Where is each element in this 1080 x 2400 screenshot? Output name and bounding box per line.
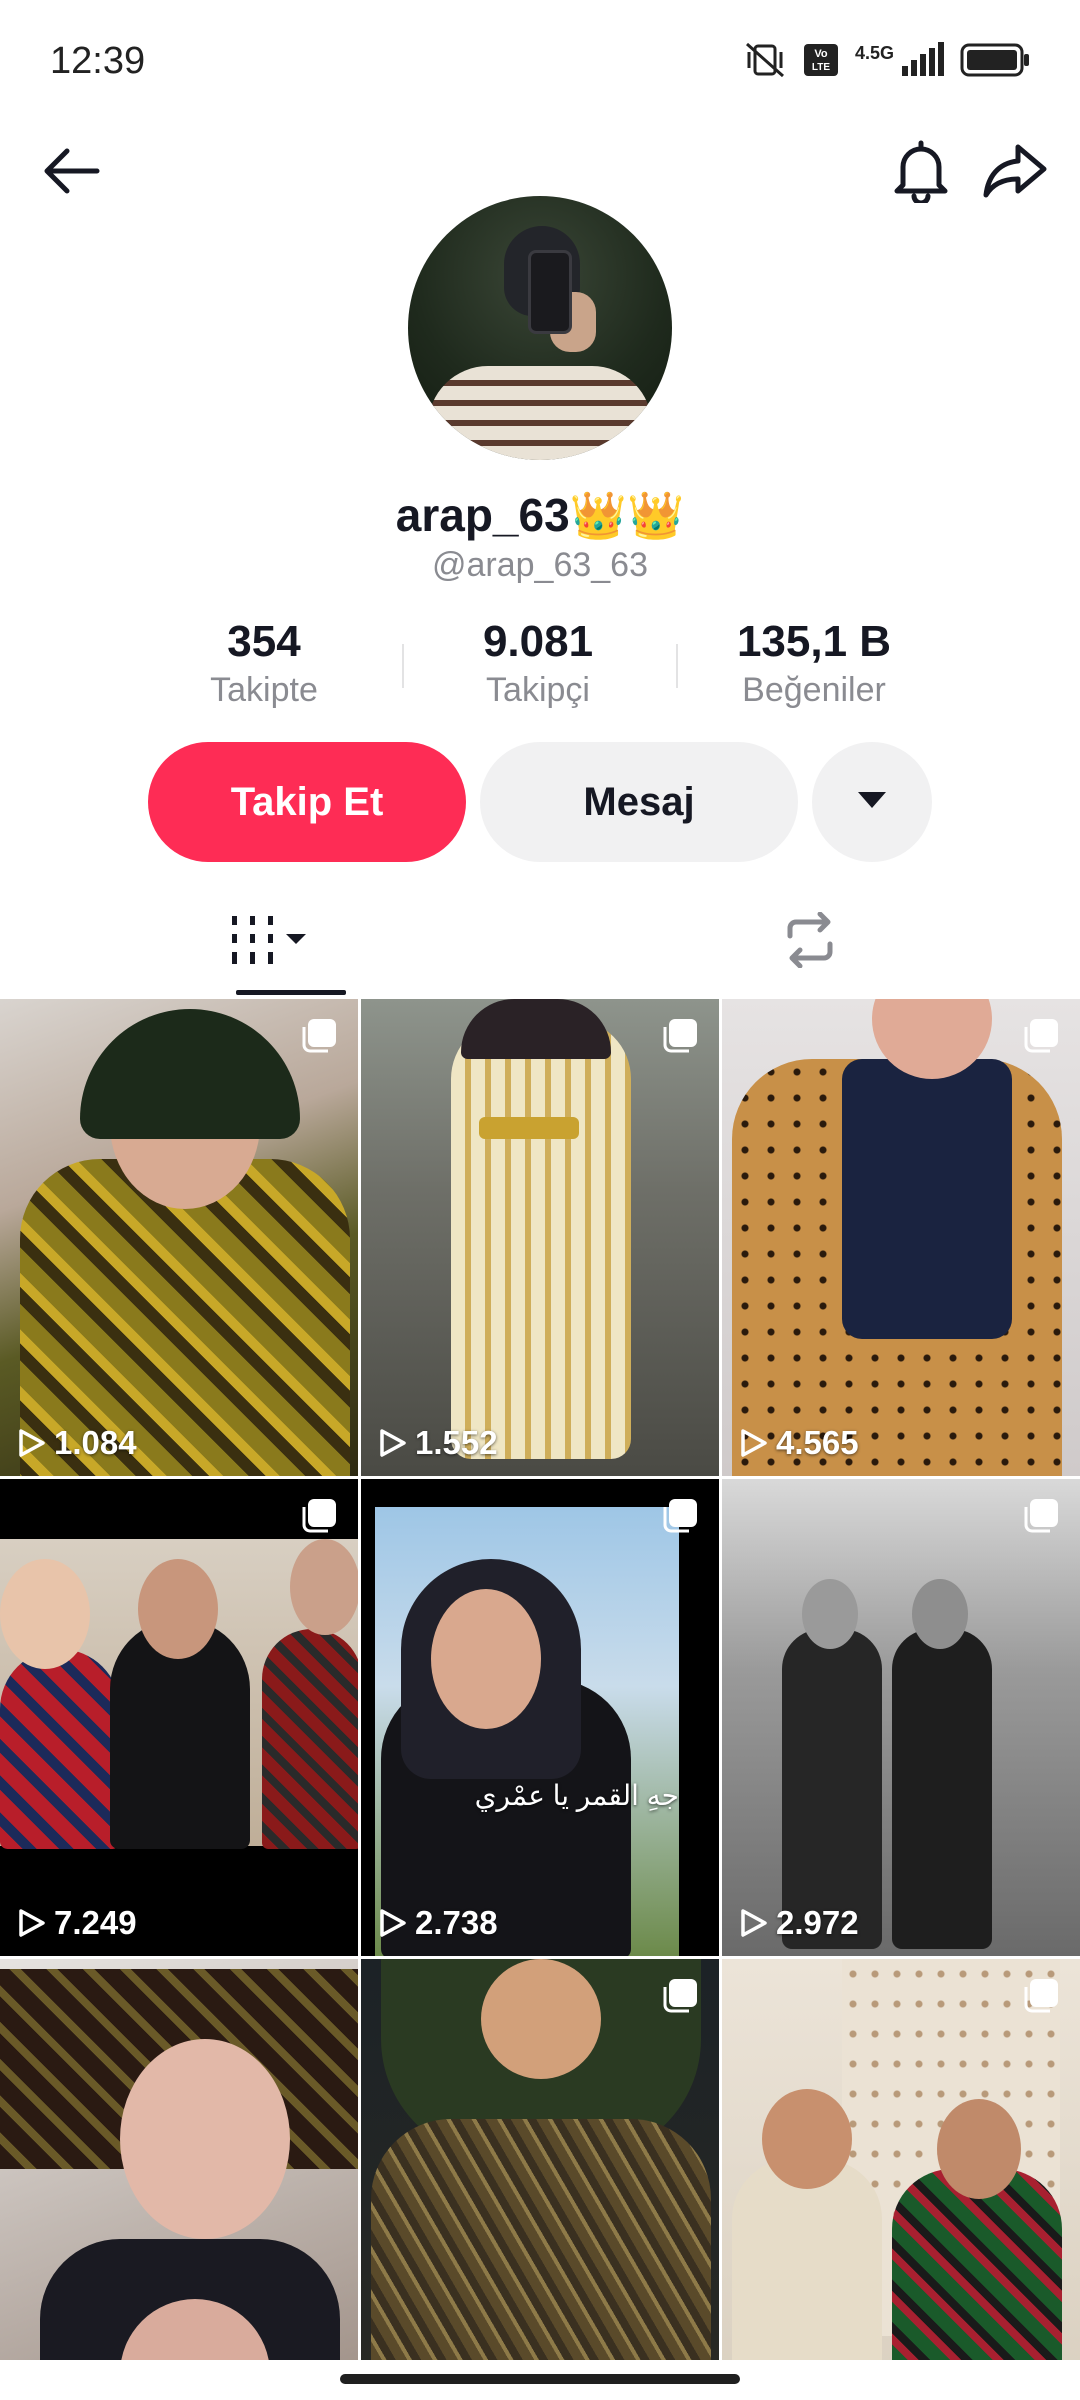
profile-username: arap_63👑👑	[395, 489, 685, 541]
stat-divider	[402, 644, 404, 688]
video-views: 4.565	[740, 1424, 859, 1462]
stat-following-value: 354	[227, 617, 301, 666]
play-icon	[19, 1909, 45, 1937]
play-icon	[741, 1909, 767, 1937]
photo-carousel-icon	[1024, 1979, 1058, 2013]
play-icon	[380, 1429, 406, 1457]
svg-text:LTE: LTE	[812, 62, 830, 73]
share-arrow-icon	[982, 141, 1048, 206]
message-button[interactable]: Mesaj	[480, 742, 798, 862]
video-tile[interactable]	[722, 1959, 1080, 2360]
stat-followers-label: Takipçi	[486, 671, 590, 709]
stat-likes-value: 135,1 B	[736, 617, 892, 666]
battery-icon	[960, 43, 1030, 77]
volte-icon: Vo LTE	[803, 43, 839, 77]
caret-down-icon	[856, 790, 888, 815]
video-grid: 1.084 1.552 4.565 7.249 جهِ القمر يا عمْ…	[0, 999, 1080, 2360]
notifications-button[interactable]	[886, 138, 956, 208]
grid-bars-icon	[228, 912, 312, 973]
more-button[interactable]	[812, 742, 932, 862]
video-tile[interactable]: 1.084	[0, 999, 358, 1476]
video-caption: جهِ القمر يا عمْري	[474, 1780, 679, 1811]
status-bar: 12:39 Vo LTE 4.5G	[0, 0, 1080, 120]
video-tile[interactable]: جهِ القمر يا عمْري 2.738	[361, 1479, 719, 1956]
photo-carousel-icon	[663, 1019, 697, 1053]
share-button[interactable]	[980, 138, 1050, 208]
video-views-count: 4.565	[776, 1424, 859, 1461]
avatar[interactable]	[408, 196, 672, 460]
photo-carousel-icon	[663, 1499, 697, 1533]
video-views-count: 1.552	[415, 1424, 498, 1461]
play-icon	[380, 1909, 406, 1937]
arrow-left-icon	[41, 146, 101, 201]
play-icon	[19, 1429, 45, 1457]
video-tile[interactable]: 4.565	[722, 999, 1080, 1476]
stat-divider	[676, 644, 678, 688]
video-views-count: 2.972	[776, 1904, 859, 1941]
follow-button[interactable]: Takip Et	[148, 742, 466, 862]
bell-icon	[891, 139, 951, 208]
profile-stats: 354 Takipte 9.081 Takipçi 135,1 B Beğeni…	[0, 616, 1080, 716]
video-views: 1.084	[18, 1424, 137, 1462]
stat-likes[interactable]: 135,1 B Beğeniler	[704, 616, 924, 712]
video-views: 1.552	[379, 1424, 498, 1462]
photo-carousel-icon	[302, 1019, 336, 1053]
video-views-count: 7.249	[54, 1904, 137, 1941]
profile-handle: @arap_63_63	[431, 546, 649, 584]
home-indicator[interactable]	[340, 2374, 740, 2384]
video-tile[interactable]	[0, 1959, 358, 2360]
svg-text:Vo: Vo	[814, 48, 828, 60]
stat-likes-label: Beğeniler	[742, 671, 886, 709]
video-views: 2.738	[379, 1904, 498, 1942]
video-views: 7.249	[18, 1904, 137, 1942]
photo-carousel-icon	[302, 1499, 336, 1533]
repost-icon	[780, 911, 840, 973]
status-time: 12:39	[50, 40, 146, 82]
mute-vibrate-icon	[743, 40, 787, 80]
video-tile[interactable]	[361, 1959, 719, 2360]
network-type: 4.5G	[854, 42, 894, 63]
video-views-count: 2.738	[415, 1904, 498, 1941]
signal-icon	[900, 42, 944, 78]
photo-carousel-icon	[663, 1979, 697, 2013]
video-tile[interactable]: 1.552	[361, 999, 719, 1476]
tab-reposts[interactable]	[540, 890, 1080, 994]
video-tile[interactable]: 2.972	[722, 1479, 1080, 1956]
video-tile[interactable]: 7.249	[0, 1479, 358, 1956]
stat-following[interactable]: 354 Takipte	[154, 616, 374, 712]
photo-carousel-icon	[1024, 1499, 1058, 1533]
stat-following-label: Takipte	[210, 671, 318, 709]
content-tabs	[0, 890, 1080, 998]
back-button[interactable]	[36, 138, 106, 208]
tab-videos[interactable]	[0, 890, 540, 994]
status-icons: Vo LTE 4.5G	[743, 40, 1030, 80]
play-icon	[741, 1429, 767, 1457]
stat-followers[interactable]: 9.081 Takipçi	[428, 616, 648, 712]
profile-actions: Takip Et Mesaj	[0, 742, 1080, 862]
photo-carousel-icon	[1024, 1019, 1058, 1053]
stat-followers-value: 9.081	[482, 617, 594, 666]
video-views: 2.972	[740, 1904, 859, 1942]
video-views-count: 1.084	[54, 1424, 137, 1461]
active-tab-indicator	[236, 990, 346, 995]
